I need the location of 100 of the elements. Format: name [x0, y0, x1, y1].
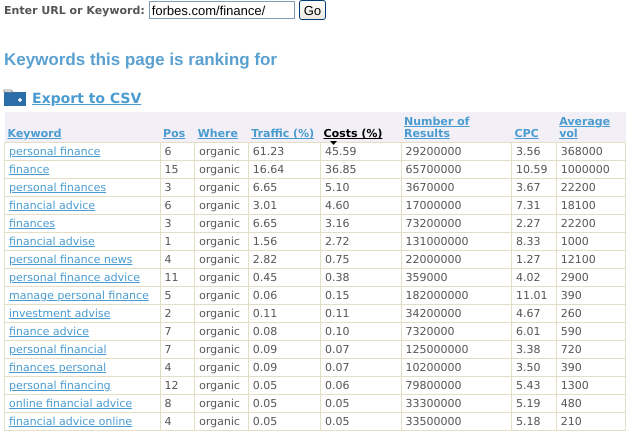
- table-cell: 22000000: [406, 253, 462, 266]
- table-cell: 6.65: [252, 217, 278, 230]
- table-cell: 0.08: [252, 325, 278, 338]
- table-cell: 0.38: [325, 271, 350, 284]
- table-cell: 0.45: [252, 271, 278, 284]
- table-cell: 22200: [560, 181, 596, 194]
- folder-icon: [3, 87, 27, 107]
- table-cell: 0.75: [325, 253, 350, 266]
- table-cell: 4.02: [516, 271, 541, 284]
- table-cell: 22200: [560, 217, 596, 230]
- table-cell: 210: [560, 415, 582, 428]
- page-heading: Keywords this page is ranking for: [4, 49, 278, 71]
- export-link[interactable]: Export to CSV: [32, 91, 142, 107]
- table-cell: 6: [164, 145, 172, 158]
- table-cell: 0.10: [325, 325, 350, 338]
- table-cell: 18100: [560, 199, 596, 212]
- table-cell: 390: [560, 361, 582, 374]
- table-cell: organic: [199, 379, 240, 392]
- table-cell: 3670000: [406, 181, 454, 194]
- table-cell: 1300: [560, 379, 589, 392]
- table-cell: 2: [164, 307, 172, 320]
- table-cell: 2900: [560, 271, 589, 284]
- table-cell: 1.56: [252, 235, 278, 248]
- table-cell: 4: [164, 253, 172, 266]
- table-cell: 0.05: [325, 415, 350, 428]
- table-cell: 3.50: [516, 361, 541, 374]
- table-cell: 15: [164, 163, 179, 176]
- table-cell: 7: [164, 325, 172, 338]
- table-cell: 16.64: [252, 163, 284, 176]
- table-cell: organic: [199, 163, 240, 176]
- table-cell: 5.43: [516, 379, 541, 392]
- table-cell: 1.27: [516, 253, 541, 266]
- table-cell: 73200000: [406, 217, 462, 230]
- table-cell: 61.23: [252, 145, 284, 158]
- table-cell: 5.18: [516, 415, 541, 428]
- table-cell: organic: [199, 145, 240, 158]
- table-cell: 0.07: [325, 343, 350, 356]
- keyword-link[interactable]: finance: [9, 163, 50, 176]
- table-cell: 29200000: [406, 145, 462, 158]
- table-cell: 0.07: [325, 361, 350, 374]
- table-cell: 34200000: [406, 307, 462, 320]
- table-cell: 3.67: [516, 181, 541, 194]
- table-cell: 0.11: [252, 307, 278, 320]
- url-input[interactable]: forbes.com/finance/: [148, 1, 295, 19]
- table-cell: 6.65: [252, 181, 278, 194]
- table-cell: 10.59: [516, 163, 548, 176]
- table-cell: organic: [199, 235, 240, 248]
- table-cell: 12100: [560, 253, 596, 266]
- table-cell: 4: [164, 361, 172, 374]
- table-cell: 45.59: [325, 145, 357, 158]
- table-cell: organic: [199, 199, 240, 212]
- table-cell: 3.16: [325, 217, 350, 230]
- table-cell: organic: [199, 181, 240, 194]
- table-cell: 3.38: [516, 343, 541, 356]
- table-cell: organic: [199, 271, 240, 284]
- sort-arrow-icon: [330, 141, 337, 145]
- table-cell: organic: [199, 253, 240, 266]
- table-cell: 0.09: [252, 361, 278, 374]
- table-cell: 480: [560, 397, 582, 410]
- table-cell: 8.33: [516, 235, 541, 248]
- table-cell: organic: [199, 289, 240, 302]
- go-button[interactable]: Go: [298, 0, 326, 20]
- table-cell: 0.06: [325, 379, 350, 392]
- table-cell: 4.60: [325, 199, 350, 212]
- table-cell: 79800000: [406, 379, 462, 392]
- table-cell: 33500000: [406, 415, 462, 428]
- table-cell: organic: [199, 217, 240, 230]
- table-cell: 131000000: [406, 235, 468, 248]
- table-cell: 0.15: [325, 289, 350, 302]
- table-cell: 3: [164, 217, 172, 230]
- table-cell: 11: [164, 271, 179, 284]
- table-cell: 3: [164, 181, 172, 194]
- table-cell: 1000000: [560, 163, 610, 176]
- table-cell: 2.72: [325, 235, 350, 248]
- table-cell: organic: [199, 361, 240, 374]
- table-cell: 8: [164, 397, 172, 410]
- table-cell: 0.05: [252, 379, 278, 392]
- table-cell: 36.85: [325, 163, 357, 176]
- table-cell: 590: [560, 325, 582, 338]
- table-cell: 7.31: [516, 199, 541, 212]
- table-cell: 12: [164, 379, 179, 392]
- table-cell: 359000: [406, 271, 448, 284]
- table-cell: 33300000: [406, 397, 462, 410]
- table-cell: 260: [560, 307, 582, 320]
- table-cell: 0.09: [252, 343, 278, 356]
- table-cell: 6: [164, 199, 172, 212]
- table-cell: 5: [164, 289, 172, 302]
- column-header[interactable]: Keyword: [8, 128, 62, 140]
- table-cell: 0.05: [252, 415, 278, 428]
- table-cell: 368000: [560, 145, 603, 158]
- table-cell: 182000000: [406, 289, 468, 302]
- table-cell: 0.06: [252, 289, 278, 302]
- search-label: Enter URL or Keyword:: [4, 4, 145, 16]
- table-cell: 3.56: [516, 145, 541, 158]
- table-cell: 5.19: [516, 397, 541, 410]
- table-cell: 390: [560, 289, 582, 302]
- table-cell: organic: [199, 397, 240, 410]
- table-cell: 10200000: [406, 361, 462, 374]
- table-cell: 17000000: [406, 199, 462, 212]
- table-cell: 2.82: [252, 253, 278, 266]
